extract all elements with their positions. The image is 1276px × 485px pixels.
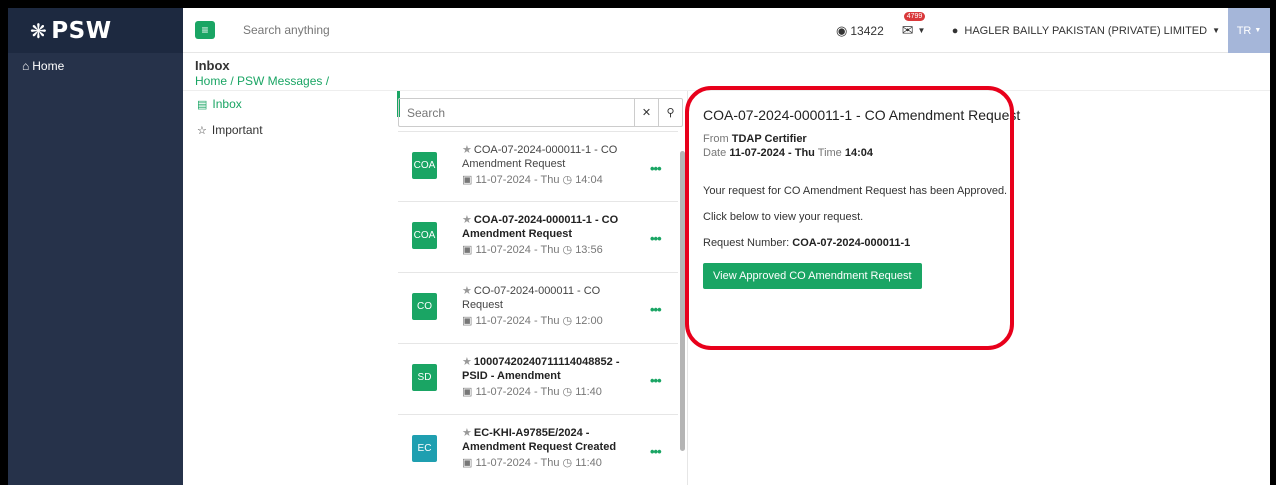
folder-list: ▤ Inbox ☆ Important [183, 91, 400, 485]
calendar-icon: ▣ [462, 315, 473, 327]
user-menu[interactable]: ● HAGLER BAILLY PAKISTAN (PRIVATE) LIMIT… [952, 25, 1220, 37]
clock-icon: ◷ [562, 315, 573, 327]
sender-avatar: COA [412, 222, 437, 249]
message-time: 14:04 [575, 174, 603, 186]
message-search: Search ✕ ⚲ [398, 98, 683, 127]
mail-count-badge: 4799 [903, 12, 926, 21]
user-name: HAGLER BAILLY PAKISTAN (PRIVATE) LIMITED [964, 24, 1208, 37]
message-date: 11-07-2024 - Thu [475, 315, 560, 327]
global-search-input[interactable]: Search anything [243, 23, 330, 37]
message-subject: COA-07-2024-000011-1 - CO Amendment Requ… [462, 144, 618, 170]
language-label: TR [1236, 24, 1252, 37]
folder-inbox[interactable]: ▤ Inbox [183, 91, 398, 117]
calendar-icon: ▣ [462, 244, 473, 256]
star-icon[interactable]: ★ [462, 144, 472, 156]
psw-logo-icon: ❋ [30, 18, 48, 43]
user-icon: ● [951, 24, 959, 37]
more-options-icon[interactable]: ••• [650, 302, 662, 317]
message-time: 11:40 [575, 386, 602, 398]
folder-label: Inbox [212, 97, 242, 111]
message-list-item[interactable]: CO ★ CO-07-2024-000011 - CO Request ▣ 11-07… [398, 273, 678, 344]
message-date: 11-07-2024 - Thu [475, 457, 560, 469]
logo[interactable]: ❋ PSW [8, 8, 183, 53]
message-subject: CO-07-2024-000011 - CO Request [462, 285, 601, 311]
star-icon[interactable]: ★ [462, 427, 472, 439]
clear-icon[interactable]: ✕ [634, 99, 658, 126]
message-list-item[interactable]: COA ★ COA-07-2024-000011-1 - CO Amendment … [398, 202, 678, 273]
top-right-controls: ◉ 13422 ✉ 4799 ▼ ● HAGLER BAILLY PAKISTA… [836, 8, 1270, 53]
token-count: 13422 [850, 23, 884, 38]
message-list: COA ★ COA-07-2024-000011-1 - CO Amendment … [398, 131, 678, 485]
app-frame: ❋ PSW ⌂ Home ≡ Search anything ◉ 13422 ✉… [8, 8, 1270, 485]
chevron-down-icon: ▼ [1212, 26, 1220, 35]
folder-label: Important [211, 123, 263, 137]
message-search-input[interactable]: Search [399, 106, 634, 120]
sidebar: ❋ PSW ⌂ Home [8, 8, 183, 485]
message-subject: COA-07-2024-000011-1 - CO Amendment Requ… [462, 214, 619, 240]
token-balance[interactable]: ◉ 13422 [836, 23, 884, 39]
message-summary: ★ CO-07-2024-000011 - CO Request ▣ 11-07-2… [462, 284, 637, 328]
message-summary: ★ EC-KHI-A9785E/2024 - Amendment Request … [462, 426, 637, 470]
hamburger-icon: ≡ [201, 23, 209, 37]
home-icon: ⌂ [22, 59, 30, 73]
chevron-down-icon: ▼ [917, 26, 926, 35]
envelope-icon: ✉ [901, 22, 914, 38]
message-subject: 100074202407111140488​52 - PSID - Amendm… [462, 356, 620, 382]
star-icon[interactable]: ★ [462, 285, 472, 297]
mail-dropdown[interactable]: ✉ 4799 ▼ [901, 12, 938, 39]
inbox-icon: ▤ [197, 98, 208, 111]
page-title: Inbox [195, 58, 230, 73]
highlight-annotation [685, 86, 1014, 350]
message-timestamp: ▣ 11-07-2024 - Thu ◷ 14:04 [462, 173, 637, 187]
message-timestamp: ▣ 11-07-2024 - Thu ◷ 12:00 [462, 314, 637, 328]
message-subject: EC-KHI-A9785E/2024 - Amendment Request C… [462, 427, 617, 453]
more-options-icon[interactable]: ••• [650, 231, 662, 246]
message-list-item[interactable]: EC ★ EC-KHI-A9785E/2024 - Amendment Reques… [398, 415, 678, 485]
message-timestamp: ▣ 11-07-2024 - Thu ◷ 11:40 [462, 456, 637, 470]
star-icon: ☆ [197, 124, 207, 137]
sender-avatar: COA [412, 152, 437, 179]
clock-icon: ◷ [562, 457, 573, 469]
message-list-item[interactable]: COA ★ COA-07-2024-000011-1 - CO Amendment … [398, 131, 678, 202]
more-options-icon[interactable]: ••• [650, 444, 662, 459]
language-button[interactable]: TR ▼ [1228, 8, 1270, 53]
top-bar: ≡ Search anything ◉ 13422 ✉ 4799 ▼ ● HAG… [183, 8, 1270, 53]
message-timestamp: ▣ 11-07-2024 - Thu ◷ 13:56 [462, 243, 637, 257]
message-date: 11-07-2024 - Thu [475, 244, 560, 256]
clock-icon: ◷ [562, 174, 573, 186]
message-summary: ★ COA-07-2024-000011-1 - CO Amendment Req… [462, 143, 637, 187]
more-options-icon[interactable]: ••• [650, 161, 662, 176]
star-icon[interactable]: ★ [462, 356, 472, 368]
message-time: 13:56 [575, 244, 603, 256]
sender-avatar: EC [412, 435, 437, 462]
sidebar-item-home[interactable]: ⌂ Home [8, 53, 183, 73]
folder-important[interactable]: ☆ Important [183, 117, 398, 143]
menu-toggle-button[interactable]: ≡ [195, 21, 215, 39]
sidebar-item-label: Home [32, 59, 65, 73]
message-timestamp: ▣ 11-07-2024 - Thu ◷ 11:40 [462, 385, 637, 399]
message-date: 11-07-2024 - Thu [475, 174, 560, 186]
search-icon[interactable]: ⚲ [658, 99, 682, 126]
star-icon[interactable]: ★ [462, 214, 472, 226]
token-icon: ◉ [836, 22, 848, 38]
calendar-icon: ▣ [462, 386, 473, 398]
calendar-icon: ▣ [462, 457, 473, 469]
sender-avatar: CO [412, 293, 437, 320]
message-time: 11:40 [575, 457, 602, 469]
message-summary: ★ COA-07-2024-000011-1 - CO Amendment Req… [462, 213, 637, 257]
more-options-icon[interactable]: ••• [650, 373, 662, 388]
message-list-column: Search ✕ ⚲ COA ★ COA-07-2024-000011-1 - CO… [398, 91, 688, 485]
message-list-item[interactable]: SD ★ 100074202407111140488​52 - PSID - Ame… [398, 344, 678, 415]
chevron-down-icon: ▼ [1254, 27, 1262, 34]
message-date: 11-07-2024 - Thu [475, 386, 560, 398]
sender-avatar: SD [412, 364, 437, 391]
message-time: 12:00 [575, 315, 603, 327]
clock-icon: ◷ [562, 386, 573, 398]
calendar-icon: ▣ [462, 174, 473, 186]
clock-icon: ◷ [562, 244, 573, 256]
message-summary: ★ 100074202407111140488​52 - PSID - Amend… [462, 355, 637, 399]
logo-text: PSW [51, 17, 112, 44]
